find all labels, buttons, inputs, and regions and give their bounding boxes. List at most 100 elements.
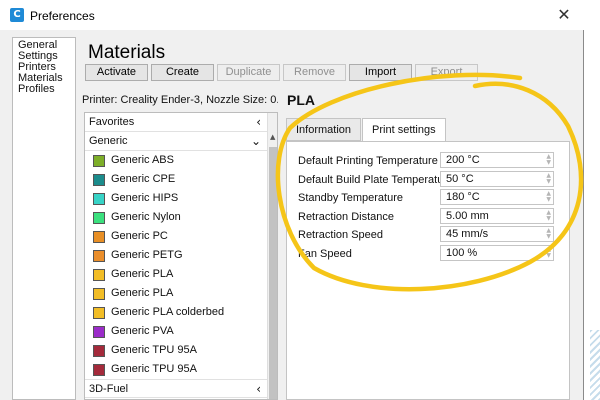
material-color-swatch	[93, 174, 105, 186]
material-item-label: Generic PLA	[111, 287, 174, 299]
setting-row: Retraction Speed 45 mm/s ▲ ▼	[298, 226, 568, 243]
material-color-swatch	[93, 345, 105, 357]
cura-app-icon: C	[10, 8, 24, 22]
duplicate-button[interactable]: Duplicate	[217, 64, 280, 81]
spin-arrows-icon[interactable]: ▲ ▼	[546, 191, 551, 203]
setting-label: Default Printing Temperature	[298, 155, 438, 167]
material-item[interactable]: Generic PLA	[85, 265, 267, 284]
setting-row: Default Printing Temperature 200 °C ▲ ▼	[298, 152, 568, 169]
setting-label: Standby Temperature	[298, 192, 403, 204]
material-item-label: Generic PVA	[111, 325, 174, 337]
setting-spinbox[interactable]: 50 °C ▲ ▼	[440, 170, 554, 187]
setting-spinbox[interactable]: 5.00 mm ▲ ▼	[440, 207, 554, 224]
material-item-label: Generic TPU 95A	[111, 344, 198, 356]
material-item-label: Generic ABS	[111, 154, 174, 166]
import-button[interactable]: Import	[349, 64, 412, 81]
title-bar: C Preferences ✕	[0, 0, 584, 30]
material-color-swatch	[93, 326, 105, 338]
tab-information[interactable]: Information	[286, 118, 362, 141]
material-color-swatch	[93, 155, 105, 167]
material-color-swatch	[93, 212, 105, 224]
material-item[interactable]: Generic PLA colderbed	[85, 303, 267, 322]
material-item-label: Generic HIPS	[111, 192, 179, 204]
material-item[interactable]: Generic CPE	[85, 170, 267, 189]
setting-spinbox[interactable]: 45 mm/s ▲ ▼	[440, 226, 554, 242]
generic-section[interactable]: Generic ⌄	[85, 132, 267, 151]
brand-section-3dfuel[interactable]: 3D-Fuel ‹	[85, 379, 267, 398]
window-title: Preferences	[30, 9, 95, 23]
export-button[interactable]: Export	[415, 64, 478, 81]
setting-value: 45 mm/s	[446, 228, 489, 240]
page-title: Materials	[88, 42, 166, 63]
material-item[interactable]: Generic PETG	[85, 246, 267, 265]
brand-label: 3D-Fuel	[89, 383, 129, 395]
setting-value: 200 °C	[446, 154, 480, 166]
setting-row: Retraction Distance 5.00 mm ▲ ▼	[298, 207, 568, 225]
material-color-swatch	[93, 250, 105, 262]
tab-print-settings[interactable]: Print settings	[362, 118, 446, 142]
favorites-section[interactable]: Favorites ‹	[85, 113, 267, 132]
material-color-swatch	[93, 231, 105, 243]
remove-button[interactable]: Remove	[283, 64, 346, 81]
material-item[interactable]: Generic TPU 95A	[85, 341, 267, 360]
nav-item-profiles[interactable]: Profiles	[18, 84, 75, 95]
chevron-down-icon[interactable]: ⌄	[251, 132, 261, 151]
material-item[interactable]: Generic PC	[85, 227, 267, 246]
material-color-swatch	[93, 193, 105, 205]
material-item[interactable]: Generic Nylon	[85, 208, 267, 227]
setting-spinbox[interactable]: 200 °C ▲ ▼	[440, 152, 554, 168]
setting-value: 180 °C	[446, 191, 480, 203]
detail-tabs: Information Print settings	[286, 118, 447, 142]
material-item-label: Generic PLA	[111, 268, 174, 280]
create-button[interactable]: Create	[151, 64, 214, 81]
chevron-left-icon[interactable]: ‹	[256, 380, 261, 399]
material-item-label: Generic PLA colderbed	[111, 306, 225, 318]
material-color-swatch	[93, 364, 105, 376]
spin-arrows-icon[interactable]: ▲ ▼	[546, 228, 551, 240]
setting-row: Standby Temperature 180 °C ▲ ▼	[298, 189, 568, 206]
favorites-label: Favorites	[89, 116, 135, 128]
setting-label: Default Build Plate Temperature	[298, 173, 454, 186]
setting-spinbox[interactable]: 180 °C ▲ ▼	[440, 189, 554, 205]
material-color-swatch	[93, 288, 105, 300]
list-scrollbar[interactable]: ▲	[267, 113, 277, 399]
spin-arrows-icon[interactable]: ▲ ▼	[546, 209, 551, 222]
material-color-swatch	[93, 307, 105, 319]
activate-button[interactable]: Activate	[85, 64, 148, 81]
background-viewport	[584, 0, 600, 400]
material-item[interactable]: Generic HIPS	[85, 189, 267, 208]
setting-spinbox[interactable]: 100 % ▲ ▼	[440, 244, 554, 261]
setting-label: Retraction Distance	[298, 210, 394, 223]
setting-label: Retraction Speed	[298, 229, 383, 241]
scroll-up-icon[interactable]: ▲	[270, 133, 275, 141]
setting-value: 5.00 mm	[446, 209, 489, 222]
close-icon[interactable]: ✕	[552, 4, 576, 26]
materials-toolbar: Activate Create Duplicate Remove Import …	[85, 64, 481, 81]
material-item-label: Generic TPU 95A	[111, 363, 198, 375]
material-item[interactable]: Generic PLA	[85, 284, 267, 303]
spin-arrows-icon[interactable]: ▲ ▼	[546, 172, 551, 185]
print-settings-panel: Default Printing Temperature 200 °C ▲ ▼ Defa…	[286, 141, 570, 400]
material-item-label: Generic PC	[111, 230, 168, 242]
printer-info: Printer: Creality Ender-3, Nozzle Size: …	[82, 94, 278, 106]
setting-row: Default Build Plate Temperature 50 °C ▲ ▼	[298, 170, 568, 188]
generic-label: Generic	[89, 135, 128, 147]
material-color-swatch	[93, 269, 105, 281]
setting-label: Fan Speed	[298, 247, 352, 260]
setting-row: Fan Speed 100 % ▲ ▼	[298, 244, 568, 262]
setting-value: 50 °C	[446, 172, 474, 185]
chevron-left-icon[interactable]: ‹	[256, 113, 261, 132]
materials-list: Favorites ‹ Generic ⌄ Generic ABS Generic…	[84, 112, 278, 400]
material-title: PLA	[287, 92, 315, 108]
scroll-thumb[interactable]	[269, 147, 277, 399]
material-item-label: Generic Nylon	[111, 211, 181, 223]
setting-value: 100 %	[446, 246, 478, 259]
material-item[interactable]: Generic PVA	[85, 322, 267, 341]
spin-arrows-icon[interactable]: ▲ ▼	[546, 246, 551, 259]
preferences-window: C Preferences ✕ General Settings Printer…	[0, 0, 584, 400]
material-item-label: Generic CPE	[111, 173, 176, 185]
spin-arrows-icon[interactable]: ▲ ▼	[546, 154, 551, 166]
material-item[interactable]: Generic ABS	[85, 151, 267, 170]
preferences-nav: General Settings Printers Materials Prof…	[12, 37, 76, 400]
material-item[interactable]: Generic TPU 95A	[85, 360, 267, 379]
